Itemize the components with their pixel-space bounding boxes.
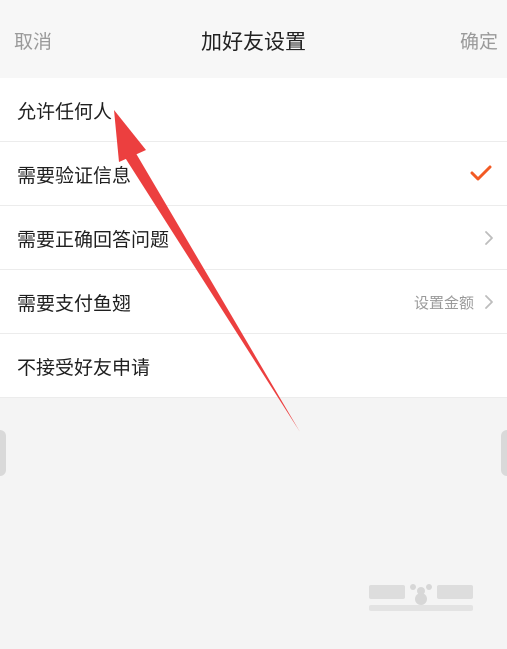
watermark-logo-icon (369, 584, 473, 611)
page-title: 加好友设置 (201, 30, 306, 54)
top-bar: 取消 加好友设置 确定 (0, 0, 507, 78)
chevron-right-icon (485, 231, 493, 245)
option-require-payment[interactable]: 需要支付鱼翅 设置金额 (0, 270, 507, 334)
option-reject-requests[interactable]: 不接受好友申请 (0, 334, 507, 398)
option-label: 需要验证信息 (17, 165, 132, 187)
option-label: 需要支付鱼翅 (17, 293, 132, 315)
option-label: 不接受好友申请 (17, 357, 151, 379)
option-require-verification[interactable]: 需要验证信息 (0, 142, 507, 206)
friend-setting-options: 允许任何人 需要验证信息 需要正确回答问题 需要支付鱼翅 设置金额 不接受好友申… (0, 78, 507, 398)
set-amount-link[interactable]: 设置金额 (414, 292, 474, 313)
edge-handle-left (0, 430, 6, 476)
chevron-right-icon (485, 295, 493, 309)
checkmark-icon (470, 165, 492, 181)
option-label: 需要正确回答问题 (17, 229, 170, 251)
option-allow-anyone[interactable]: 允许任何人 (0, 78, 507, 142)
confirm-button[interactable]: 确定 (460, 27, 498, 54)
option-require-answer[interactable]: 需要正确回答问题 (0, 206, 507, 270)
option-label: 允许任何人 (17, 101, 113, 123)
edge-handle-right (501, 430, 507, 476)
